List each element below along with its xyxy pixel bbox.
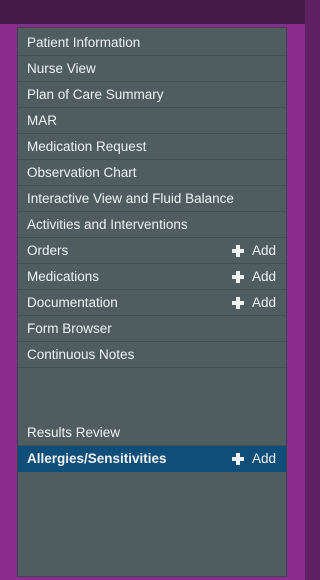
plus-icon <box>231 297 244 309</box>
menu-item-label: Medication Request <box>27 139 147 154</box>
add-label: Add <box>251 451 276 466</box>
menu-item-orders[interactable]: Orders Add <box>18 238 286 264</box>
menu-item-label: Orders <box>27 243 69 258</box>
menu-item-medications[interactable]: Medications Add <box>18 264 286 290</box>
menu-item-label: Observation Chart <box>27 165 137 180</box>
menu-item-label: MAR <box>27 113 57 128</box>
allergies-add-button[interactable]: Add <box>231 446 276 472</box>
menu-spacer <box>18 368 286 420</box>
menu-item-observation-chart[interactable]: Observation Chart <box>18 160 286 186</box>
menu-item-patient-information[interactable]: Patient Information <box>18 30 286 56</box>
menu-item-mar[interactable]: MAR <box>18 108 286 134</box>
menu-item-form-browser[interactable]: Form Browser <box>18 316 286 342</box>
add-label: Add <box>251 243 276 258</box>
menu-item-label: Patient Information <box>27 35 141 50</box>
plus-icon <box>231 453 244 465</box>
menu-item-label: Medications <box>27 269 100 284</box>
navigation-panel: Patient Information Nurse View Plan of C… <box>17 27 287 577</box>
documentation-add-button[interactable]: Add <box>231 290 276 316</box>
menu-item-label: Plan of Care Summary <box>27 87 164 102</box>
add-label: Add <box>251 269 276 284</box>
menu-item-label: Form Browser <box>27 321 112 336</box>
menu-item-plan-of-care-summary[interactable]: Plan of Care Summary <box>18 82 286 108</box>
menu-item-label: Nurse View <box>27 61 96 76</box>
plus-icon <box>231 245 244 257</box>
menu-item-label: Continuous Notes <box>27 347 135 362</box>
menu-item-label: Activities and Interventions <box>27 217 188 232</box>
menu-item-continuous-notes[interactable]: Continuous Notes <box>18 342 286 368</box>
window-top-band <box>0 0 305 24</box>
menu-item-label: Allergies/Sensitivities <box>27 451 167 466</box>
menu-item-allergies-sensitivities[interactable]: Allergies/Sensitivities Add <box>18 446 286 472</box>
menu-item-documentation[interactable]: Documentation Add <box>18 290 286 316</box>
menu-item-activities-interventions[interactable]: Activities and Interventions <box>18 212 286 238</box>
menu-item-medication-request[interactable]: Medication Request <box>18 134 286 160</box>
menu-item-label: Documentation <box>27 295 118 310</box>
menu-item-label: Interactive View and Fluid Balance <box>27 191 234 206</box>
add-label: Add <box>251 295 276 310</box>
plus-icon <box>231 271 244 283</box>
menu-item-nurse-view[interactable]: Nurse View <box>18 56 286 82</box>
medications-add-button[interactable]: Add <box>231 264 276 290</box>
menu-item-results-review[interactable]: Results Review <box>18 420 286 446</box>
menu-item-interactive-view-fluid-balance[interactable]: Interactive View and Fluid Balance <box>18 186 286 212</box>
orders-add-button[interactable]: Add <box>231 238 276 264</box>
menu-list: Patient Information Nurse View Plan of C… <box>18 30 286 472</box>
menu-item-label: Results Review <box>27 425 121 440</box>
